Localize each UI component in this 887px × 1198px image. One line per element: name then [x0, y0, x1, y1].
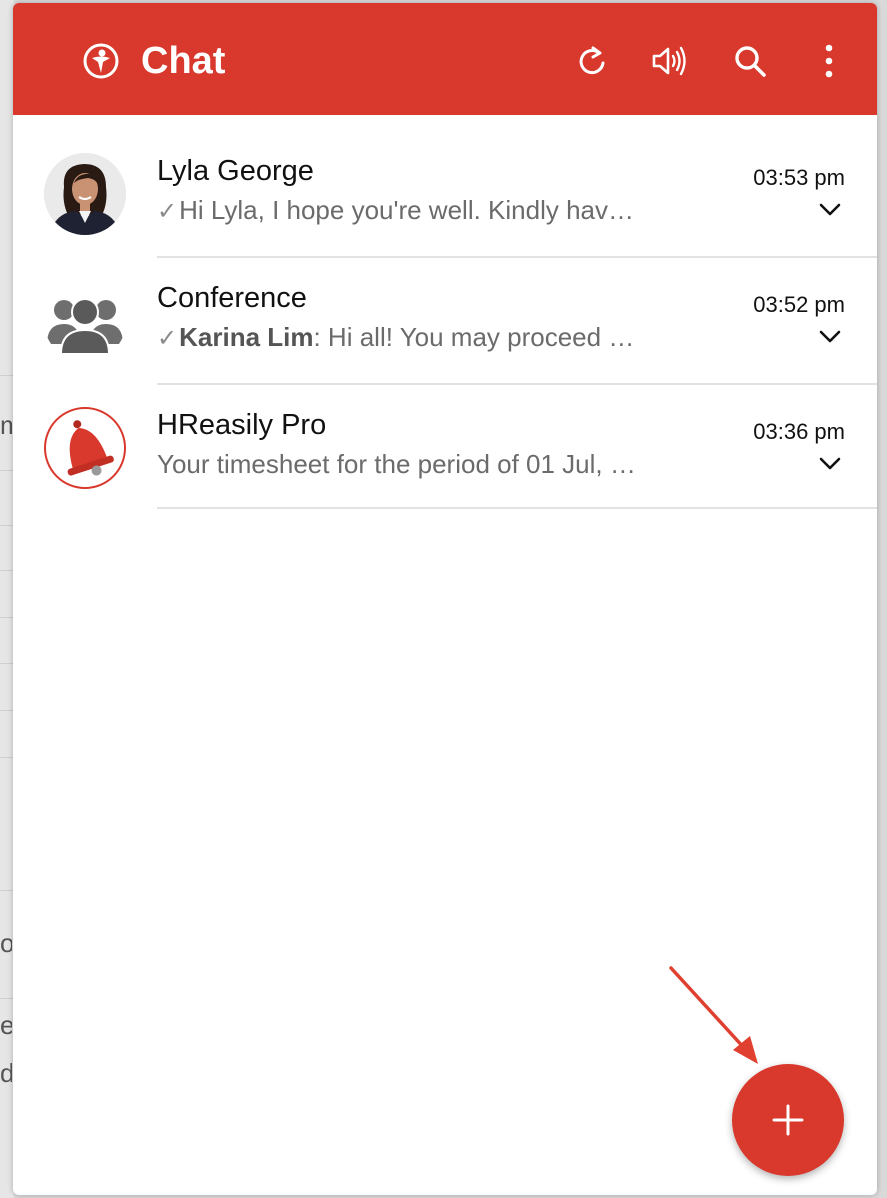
- chat-header: Chat: [13, 3, 877, 115]
- chevron-down-icon[interactable]: [819, 203, 841, 217]
- sent-check-icon: ✓: [157, 325, 178, 352]
- conversation-time: 03:36 pm: [753, 419, 845, 444]
- background-divider: [0, 710, 14, 711]
- person-photo: [44, 153, 126, 235]
- background-divider: [0, 470, 14, 471]
- chevron-down-icon[interactable]: [819, 330, 841, 344]
- conversation-row[interactable]: Conference ✓Karina Lim: Hi all! You may …: [13, 258, 877, 385]
- preview-text: Hi Lyla, I hope you're well. Kindly hav…: [179, 195, 634, 225]
- search-button[interactable]: [728, 39, 772, 83]
- sent-check-icon: ✓: [157, 198, 178, 225]
- avatar: [44, 280, 126, 362]
- avatar: [44, 153, 126, 235]
- background-divider: [0, 998, 14, 999]
- conversation-time: 03:53 pm: [753, 165, 845, 190]
- more-vertical-icon: [825, 44, 833, 78]
- app-logo-icon: [83, 43, 119, 79]
- background-divider: [0, 570, 14, 571]
- sender-name: Karina Lim: [179, 322, 314, 352]
- plus-icon: [772, 1104, 804, 1136]
- preview-text: : Hi all! You may proceed …: [313, 322, 635, 352]
- page-title: Chat: [141, 40, 226, 82]
- conversation-preview: ✓Karina Lim: Hi all! You may proceed …: [157, 321, 697, 355]
- group-icon: [47, 298, 123, 355]
- chat-panel: Chat Lyla George ✓Hi Lyla, I hope you're…: [13, 3, 877, 1195]
- search-icon: [735, 46, 766, 77]
- conversation-preview: Your timesheet for the period of 01 Jul,…: [157, 448, 697, 480]
- conversation-name: HReasily Pro: [157, 409, 327, 441]
- background-text: er: [0, 1010, 12, 1040]
- new-chat-button[interactable]: [732, 1064, 844, 1176]
- background-text: or: [0, 928, 12, 958]
- more-menu-button[interactable]: [807, 39, 851, 83]
- row-divider: [157, 507, 877, 509]
- conversation-name: Lyla George: [157, 155, 314, 187]
- speaker-icon: [652, 46, 686, 76]
- refresh-button[interactable]: [570, 39, 614, 83]
- background-divider: [0, 375, 14, 376]
- conversation-time: 03:52 pm: [753, 292, 845, 317]
- avatar: [44, 407, 126, 489]
- bell-icon: [67, 420, 114, 476]
- background-divider: [0, 757, 14, 758]
- background-text: m: [0, 410, 12, 440]
- background-divider: [0, 890, 14, 891]
- conversation-name: Conference: [157, 282, 307, 314]
- preview-text: Your timesheet for the period of 01 Jul,…: [157, 449, 636, 479]
- conversation-row[interactable]: HReasily Pro Your timesheet for the peri…: [13, 385, 877, 512]
- background-divider: [0, 663, 14, 664]
- refresh-icon: [579, 46, 605, 75]
- conversation-preview: ✓Hi Lyla, I hope you're well. Kindly hav…: [157, 194, 697, 228]
- background-divider: [0, 617, 14, 618]
- chevron-down-icon[interactable]: [819, 457, 841, 471]
- sound-button[interactable]: [648, 39, 692, 83]
- background-divider: [0, 525, 14, 526]
- conversation-row[interactable]: Lyla George ✓Hi Lyla, I hope you're well…: [13, 115, 877, 258]
- background-text: d: [0, 1058, 12, 1088]
